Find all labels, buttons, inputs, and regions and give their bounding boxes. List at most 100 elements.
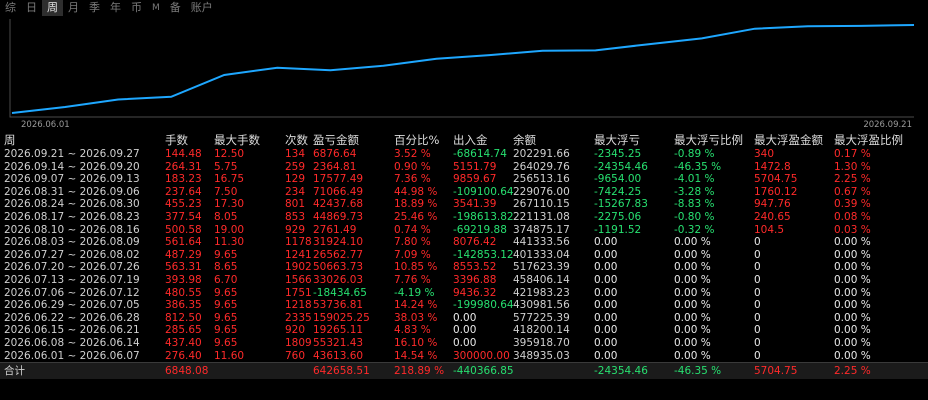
table-cell: 0: [754, 261, 761, 274]
column-header[interactable]: 周: [4, 133, 162, 148]
table-cell: 264029.76: [513, 160, 570, 173]
table-cell: 17.30: [214, 198, 245, 211]
column-header[interactable]: 出入金: [453, 133, 513, 148]
table-cell: 0.90 %: [394, 160, 431, 173]
table-cell: 202291.66: [513, 148, 570, 160]
tab-6[interactable]: 币: [126, 0, 147, 16]
table-cell: 0.00: [594, 273, 618, 286]
tab-1[interactable]: 日: [21, 0, 42, 16]
table-cell: 487.29: [165, 248, 202, 261]
table-row[interactable]: 2026.08.17 ~ 2026.08.23 377.54 8.05 853 4486…: [0, 211, 928, 224]
table-row[interactable]: 2026.06.29 ~ 2026.07.05 386.35 9.65 1218 537…: [0, 299, 928, 312]
table-cell: 2026.09.21 ~ 2026.09.27: [4, 148, 140, 160]
table-cell: 348935.03: [513, 349, 570, 362]
tab-5[interactable]: 年: [105, 0, 126, 16]
table-cell: -46.35 %: [674, 160, 722, 173]
column-header[interactable]: 最大浮亏: [594, 133, 674, 148]
table-row[interactable]: 2026.08.10 ~ 2026.08.16 500.58 19.00 929 276…: [0, 224, 928, 237]
table-cell: 0.67 %: [834, 185, 871, 198]
table-cell: -4.01 %: [674, 173, 715, 186]
table-cell: 2026.08.24 ~ 2026.08.30: [4, 198, 140, 211]
period-tab-bar: 综日周月季年币 M 备账户: [0, 0, 928, 16]
tab-3[interactable]: 月: [63, 0, 84, 16]
table-cell: -198613.82: [453, 210, 513, 223]
table-cell: 386.35: [165, 299, 202, 312]
table-cell: 9859.67: [453, 173, 497, 186]
table-row[interactable]: 2026.07.13 ~ 2026.07.19 393.98 6.70 1566 330…: [0, 274, 928, 287]
tab-9[interactable]: 账户: [186, 0, 218, 16]
table-cell: -2275.06: [594, 210, 642, 223]
column-header[interactable]: 最大浮盈金额: [754, 133, 834, 148]
table-cell: 401333.04: [513, 248, 570, 261]
table-cell: -15267.83: [594, 198, 648, 211]
table-cell: 0.00 %: [834, 236, 871, 249]
table-cell: 517623.39: [513, 261, 570, 274]
table-cell: 0: [754, 286, 761, 299]
x-axis-end-label: 2026.09.21: [863, 120, 912, 130]
table-row[interactable]: 2026.08.31 ~ 2026.09.06 237.64 7.50 234 7106…: [0, 186, 928, 199]
table-cell: 421983.23: [513, 286, 570, 299]
total-cell: -46.35 %: [674, 365, 722, 378]
table-row[interactable]: 2026.08.24 ~ 2026.08.30 455.23 17.30 801 424…: [0, 198, 928, 211]
table-cell: 300000.00: [453, 349, 510, 362]
column-header[interactable]: 余额: [513, 133, 593, 148]
table-cell: 5151.79: [453, 160, 497, 173]
tab-8[interactable]: 备: [165, 0, 186, 16]
table-cell: 437.40: [165, 336, 202, 349]
table-row[interactable]: 2026.06.15 ~ 2026.06.21 285.65 9.65 920 1926…: [0, 324, 928, 337]
table-cell: 276.40: [165, 349, 202, 362]
table-cell: 0: [754, 236, 761, 249]
table-row[interactable]: 2026.09.21 ~ 2026.09.27 144.48 12.50 134 687…: [0, 148, 928, 161]
table-cell: 3.52 %: [394, 148, 431, 160]
table-cell: 393.98: [165, 273, 202, 286]
column-header[interactable]: 最大手数: [214, 133, 284, 148]
table-cell: 18.89 %: [394, 198, 438, 211]
column-header[interactable]: 手数: [165, 133, 213, 148]
table-cell: 1809: [285, 336, 312, 349]
table-cell: -24354.46: [594, 160, 648, 173]
table-row[interactable]: 2026.08.03 ~ 2026.08.09 561.64 11.30 1178 31…: [0, 236, 928, 249]
column-header[interactable]: 百分比%: [394, 133, 452, 148]
table-row[interactable]: 2026.07.27 ~ 2026.08.02 487.29 9.65 1241 265…: [0, 249, 928, 262]
table-row[interactable]: 2026.07.06 ~ 2026.07.12 480.55 9.65 1751 -18…: [0, 287, 928, 300]
table-cell: -68614.74: [453, 148, 507, 160]
table-row[interactable]: 2026.06.01 ~ 2026.06.07 276.40 11.60 760 436…: [0, 350, 928, 363]
column-header[interactable]: 最大浮盈比例: [834, 133, 924, 148]
table-cell: 44.98 %: [394, 185, 438, 198]
tab-4[interactable]: 季: [84, 0, 105, 16]
table-row[interactable]: 2026.06.22 ~ 2026.06.28 812.50 9.65 2335 159…: [0, 312, 928, 325]
table-cell: 14.54 %: [394, 349, 438, 362]
table-row[interactable]: 2026.07.20 ~ 2026.07.26 563.31 8.65 1902 506…: [0, 261, 928, 274]
table-cell: -142853.12: [453, 248, 513, 261]
table-cell: 6.70: [214, 273, 238, 286]
table-total-row: 合计 6848.08 642658.51 218.89 % -440366.85 -243…: [0, 362, 928, 380]
table-cell: 9.65: [214, 248, 238, 261]
column-header[interactable]: 次数: [285, 133, 313, 148]
table-cell: 0.00 %: [674, 299, 711, 312]
tab-2[interactable]: 周: [42, 0, 63, 16]
column-header[interactable]: 盈亏金额: [313, 133, 393, 148]
table-cell: 8076.42: [453, 236, 497, 249]
table-cell: 7.50: [214, 185, 238, 198]
table-cell: 159025.25: [313, 311, 370, 324]
table-cell: 2026.07.27 ~ 2026.08.02: [4, 248, 140, 261]
table-row[interactable]: 2026.06.08 ~ 2026.06.14 437.40 9.65 1809 553…: [0, 337, 928, 350]
table-cell: 0: [754, 273, 761, 286]
total-cell: -440366.85: [453, 365, 513, 378]
column-header[interactable]: 最大浮亏比例: [674, 133, 754, 148]
table-cell: 33026.03: [313, 273, 364, 286]
table-cell: 9.65: [214, 336, 238, 349]
chart-axis: [9, 19, 914, 118]
table-cell: 8.05: [214, 210, 238, 223]
table-cell: 2026.08.31 ~ 2026.09.06: [4, 185, 140, 198]
table-row[interactable]: 2026.09.14 ~ 2026.09.20 264.31 5.75 259 2364…: [0, 161, 928, 174]
tab-0[interactable]: 综: [0, 0, 21, 16]
table-cell: -0.32 %: [674, 223, 715, 236]
table-cell: 0.00: [594, 248, 618, 261]
table-row[interactable]: 2026.09.07 ~ 2026.09.13 183.23 16.75 129 175…: [0, 173, 928, 186]
tab-7[interactable]: M: [147, 0, 165, 16]
total-cell: 218.89 %: [394, 365, 445, 378]
weekly-stats-table: 周手数 最大手数 次数 盈亏金额 百分比% 出入金 余额 最大浮亏 最大浮亏比例 最大浮盈金额 最大…: [0, 133, 928, 400]
table-cell: -3.28 %: [674, 185, 715, 198]
table-cell: 234: [285, 185, 306, 198]
